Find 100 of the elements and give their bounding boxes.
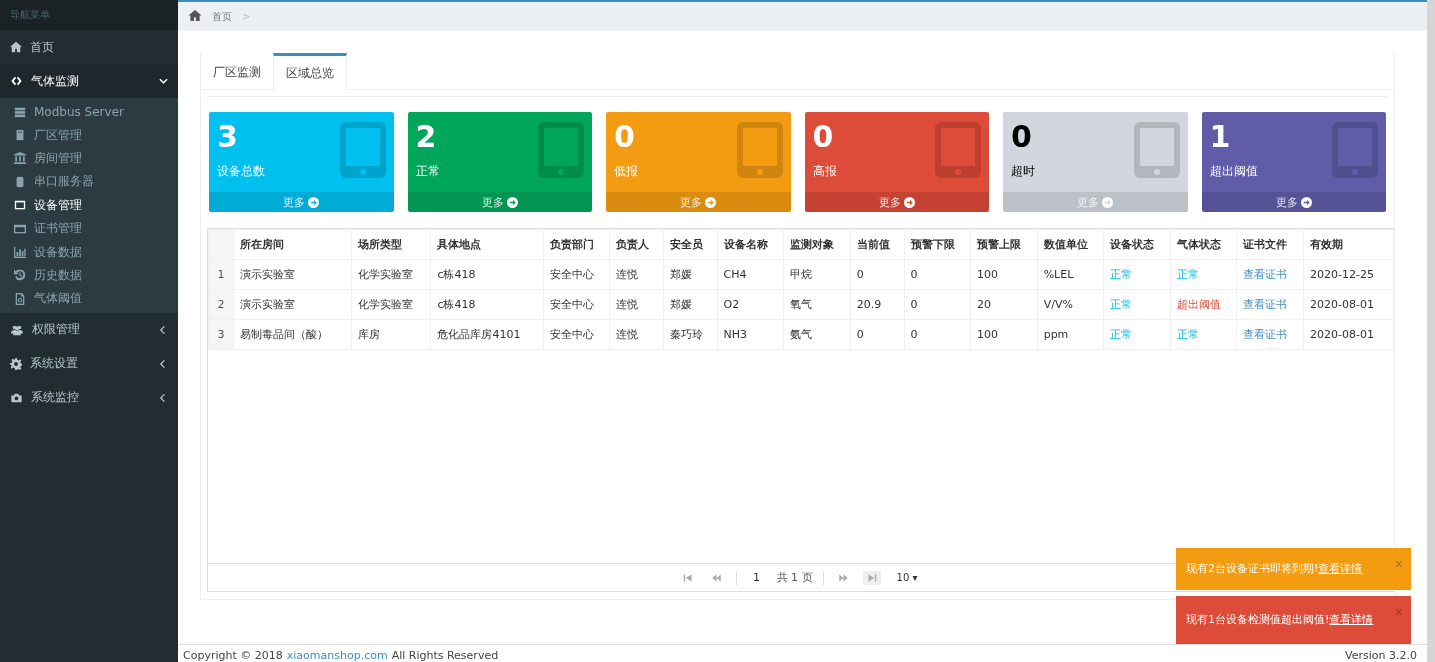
stat-label: 超时 <box>1011 163 1035 181</box>
column-header: 气体状态 <box>1170 229 1237 260</box>
table-cell: 2020-08-01 <box>1303 319 1394 350</box>
server-icon <box>14 105 26 118</box>
sidebar-subitem[interactable]: 房间管理 <box>0 146 178 171</box>
more-link[interactable]: 更多 <box>407 192 592 213</box>
tablet-icon <box>736 122 783 179</box>
sidebar-item[interactable]: 气体监测 <box>0 64 178 98</box>
stat-count: 3 <box>217 120 238 154</box>
table-cell: 0 <box>904 319 971 350</box>
sidebar-subitem[interactable]: Modbus Server <box>0 100 178 124</box>
building-icon <box>14 129 26 142</box>
status-cell: 正常 <box>1103 289 1171 320</box>
certificate-link[interactable]: 查看证书 <box>1236 259 1304 290</box>
table-cell: 安全中心 <box>543 259 610 290</box>
table-cell: 秦巧玲 <box>663 319 718 350</box>
stat-count: 1 <box>1209 120 1231 154</box>
table-cell: 化学实验室 <box>351 259 431 290</box>
more-link[interactable]: 更多 <box>606 192 791 213</box>
history-icon <box>14 269 26 282</box>
tablet-icon <box>935 122 981 179</box>
table-cell: 演示实验室 <box>233 289 352 320</box>
sidebar-item[interactable]: 权限管理 <box>0 312 178 347</box>
sidebar-subitem[interactable]: 气体阈值 <box>0 287 178 311</box>
table-cell: V/V% <box>1037 289 1104 320</box>
details-link[interactable]: 查看详情 <box>1329 612 1374 626</box>
sidebar-item[interactable]: 系统设置 <box>0 346 178 381</box>
sidebar-item[interactable]: 首页 <box>0 30 178 64</box>
table-cell: 安全中心 <box>543 289 610 320</box>
tab[interactable]: 厂区监测 <box>201 53 273 90</box>
last-page-button[interactable] <box>862 570 881 585</box>
version-text: Version 3.2.0 <box>1345 649 1417 662</box>
tablet-icon <box>339 122 386 179</box>
home-icon <box>188 9 202 23</box>
column-header: 预警下限 <box>904 229 971 260</box>
stat-count: 2 <box>415 120 437 154</box>
rights-text: All Rights Reserved <box>391 649 499 662</box>
gear-icon <box>10 357 22 370</box>
row-number: 3 <box>208 319 234 350</box>
status-cell: 正常 <box>1103 259 1171 290</box>
notification-text: 现有2台设备证书即将到期!查看详情 <box>1186 560 1363 577</box>
sidebar-subitem[interactable]: 厂区管理 <box>0 123 178 147</box>
table-cell: 危化品库房4101 <box>430 319 544 350</box>
copyright-text: Copyright © 2018 <box>183 649 283 662</box>
column-header: 证书文件 <box>1236 229 1304 260</box>
table-cell: 20.9 <box>850 289 904 320</box>
arrow-circle-icon <box>705 196 717 208</box>
certificate-link[interactable]: 查看证书 <box>1236 319 1304 350</box>
sidebar-subitem[interactable]: 证书管理 <box>0 216 178 241</box>
table-cell: 安全中心 <box>543 319 610 350</box>
more-link[interactable]: 更多 <box>804 192 989 213</box>
more-link[interactable]: 更多 <box>209 192 394 213</box>
column-header: 场所类型 <box>351 229 431 260</box>
table-cell: 易制毒品间（酸） <box>233 319 352 350</box>
column-header: 负责部门 <box>543 229 610 260</box>
table-cell: O2 <box>717 289 784 320</box>
table-cell: 连悦 <box>609 319 664 350</box>
table-cell: ppm <box>1037 319 1104 350</box>
table-cell: 氨气 <box>783 319 851 350</box>
column-header: 数值单位 <box>1037 229 1104 260</box>
breadcrumb-link[interactable]: 首页 <box>212 9 232 24</box>
column-header: 预警上限 <box>970 229 1038 260</box>
window-icon <box>14 199 26 212</box>
table-cell: 0 <box>904 259 971 290</box>
page-input[interactable]: 1 <box>746 571 767 585</box>
table-cell: %LEL <box>1037 259 1104 290</box>
table-cell: 郑媛 <box>663 289 718 320</box>
bar-chart-icon <box>14 246 26 259</box>
first-page-icon <box>682 572 693 583</box>
stat-count: 0 <box>614 120 635 154</box>
sidebar-subitem[interactable]: 历史数据 <box>0 263 178 288</box>
table-cell: 2020-08-01 <box>1303 289 1394 320</box>
chevron-left-icon <box>159 358 168 369</box>
tab[interactable]: 区域总览 <box>273 53 347 91</box>
sidebar-subitem[interactable]: 串口服务器 <box>0 170 178 194</box>
sidebar-subitem[interactable]: 设备管理 <box>0 193 178 217</box>
arrow-circle-icon <box>506 196 518 208</box>
column-header: 具体地点 <box>430 229 544 260</box>
breadcrumb-separator: > <box>242 11 251 23</box>
status-cell: 超出阈值 <box>1170 289 1237 320</box>
document-icon <box>14 292 26 305</box>
stat-label: 正常 <box>415 163 440 181</box>
sidebar-item[interactable]: 系统监控 <box>0 380 178 415</box>
stat-label: 高报 <box>812 163 837 181</box>
table-cell: 连悦 <box>609 289 664 320</box>
scrollbar[interactable] <box>1427 0 1435 662</box>
sidebar-subitem[interactable]: 设备数据 <box>0 240 178 264</box>
column-header: 负责人 <box>609 229 664 260</box>
chevron-down-icon <box>159 76 168 86</box>
last-page-icon <box>866 572 877 583</box>
more-link[interactable]: 更多 <box>1201 192 1386 213</box>
site-link[interactable]: xiaomanshop.com <box>286 649 388 662</box>
chevron-left-icon <box>159 324 168 335</box>
certificate-link[interactable]: 查看证书 <box>1236 289 1304 320</box>
double-right-icon <box>837 572 849 583</box>
table-cell: 演示实验室 <box>233 259 352 290</box>
table-cell: 氧气 <box>783 289 851 320</box>
table-cell: NH3 <box>717 319 784 350</box>
page-size-select[interactable]: 10 ▾ <box>890 571 924 585</box>
table-cell: 0 <box>904 289 971 320</box>
